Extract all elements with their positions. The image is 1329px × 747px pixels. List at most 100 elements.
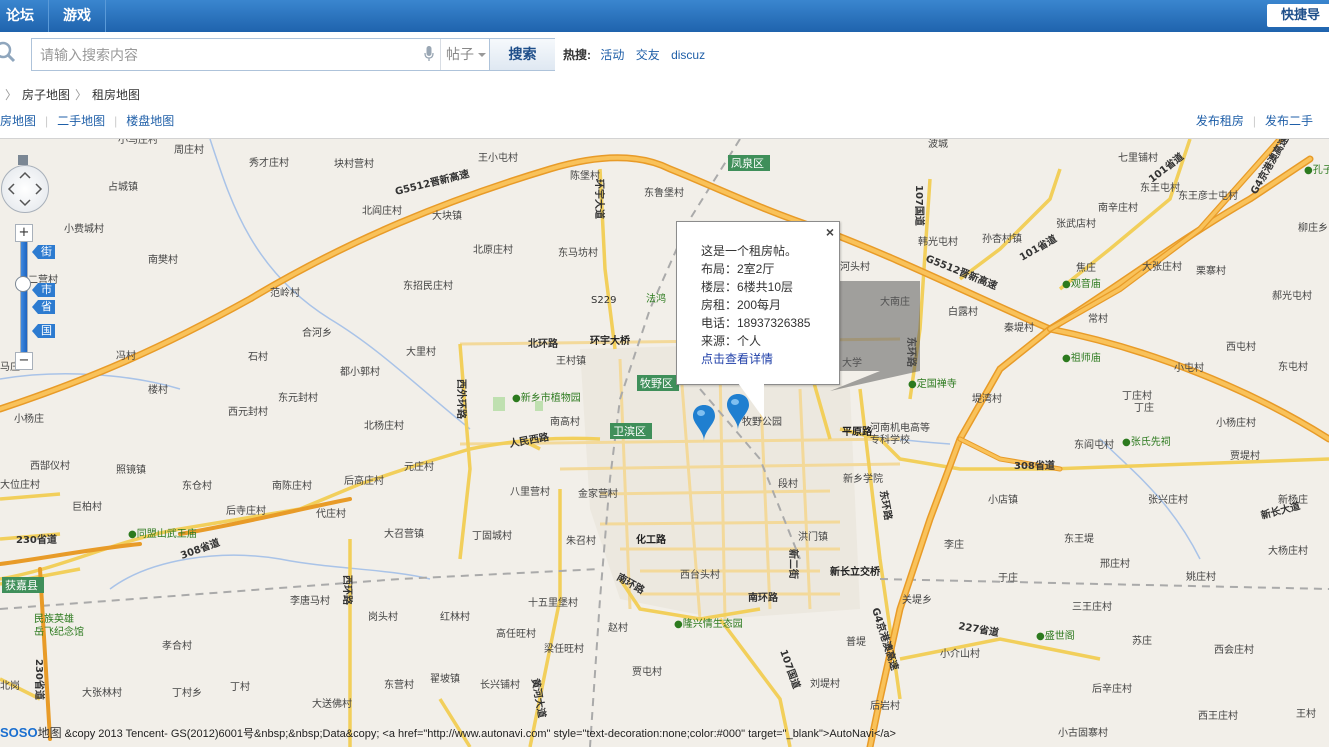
- svg-text:东元封村: 东元封村: [278, 391, 318, 404]
- svg-text:王村镇: 王村镇: [556, 354, 586, 367]
- topnav-forum[interactable]: 论坛: [0, 0, 49, 32]
- svg-text:关堤乡: 关堤乡: [902, 593, 932, 606]
- info-source: 来源：个人: [701, 334, 762, 348]
- info-floor: 楼层：6楼共10层: [701, 280, 794, 294]
- svg-text:东屯村: 东屯村: [1278, 360, 1308, 373]
- svg-text:民族英雄: 民族英雄: [34, 612, 74, 625]
- quick-nav-button[interactable]: 快捷导: [1267, 4, 1329, 27]
- breadcrumb-item: 租房地图: [92, 88, 141, 102]
- svg-text:南樊村: 南樊村: [148, 253, 178, 266]
- close-icon[interactable]: ×: [826, 224, 834, 240]
- hot-search-item[interactable]: 交友: [636, 48, 660, 62]
- subnav-building-map[interactable]: 楼盘地图: [126, 114, 174, 128]
- svg-text:翟坡镇: 翟坡镇: [430, 672, 460, 685]
- post-rental-link[interactable]: 发布租房: [1196, 114, 1244, 128]
- zoom-out-button[interactable]: −: [15, 352, 33, 370]
- svg-text:三王庄村: 三王庄村: [1072, 600, 1112, 613]
- svg-text:人民西路: 人民西路: [508, 430, 551, 450]
- svg-text:于庄: 于庄: [998, 571, 1018, 584]
- svg-text:东招民庄村: 东招民庄村: [403, 279, 453, 292]
- info-title: 这是一个租房帖。: [701, 244, 798, 258]
- svg-text:南陈庄村: 南陈庄村: [272, 479, 312, 492]
- microphone-icon[interactable]: [424, 46, 434, 62]
- svg-text:东环路: 东环路: [877, 489, 895, 522]
- svg-text:块村营村: 块村营村: [334, 157, 374, 170]
- svg-text:西屯村: 西屯村: [1226, 340, 1256, 353]
- svg-text:●张氏先祠: ●张氏先祠: [1122, 435, 1171, 448]
- info-window-content: 这是一个租房帖。 布局：2室2厅 楼层：6楼共10层 房租：200每月 电话：1…: [701, 242, 810, 368]
- svg-text:秀才庄村: 秀才庄村: [249, 156, 289, 169]
- svg-text:西会庄村: 西会庄村: [1214, 643, 1254, 656]
- map-canvas[interactable]: 周庄村 小马庄村 秀才庄村 块村营村 王小屯村 陈堡村 东鲁堡村 占城镇 北阎庄村 大块镇 北原…: [0, 138, 1329, 747]
- svg-text:308省道: 308省道: [1014, 459, 1055, 472]
- svg-text:冯村: 冯村: [116, 349, 136, 362]
- sub-nav: 房地图 | 二手地图 | 楼盘地图: [0, 114, 175, 128]
- breadcrumb-item[interactable]: 房子地图: [22, 88, 70, 102]
- svg-text:岗头村: 岗头村: [368, 610, 398, 623]
- info-window: × 这是一个租房帖。 布局：2室2厅 楼层：6楼共10层 房租：200每月 电话…: [676, 221, 840, 385]
- hot-search-item[interactable]: 活动: [600, 48, 624, 62]
- search-input[interactable]: [38, 45, 422, 65]
- svg-text:段村: 段村: [778, 477, 798, 490]
- zoom-level-street[interactable]: 街: [32, 245, 55, 259]
- svg-text:丁村: 丁村: [230, 680, 250, 693]
- svg-text:环宇大桥: 环宇大桥: [590, 334, 631, 347]
- svg-text:大杨庄村: 大杨庄村: [1268, 544, 1308, 557]
- svg-text:八里营村: 八里营村: [510, 485, 550, 498]
- info-window-pointer: [738, 383, 764, 419]
- hot-search-item[interactable]: discuz: [671, 48, 705, 62]
- zoom-level-province[interactable]: 省: [32, 300, 55, 314]
- zoom-slider-handle[interactable]: [15, 276, 31, 292]
- search-type-select[interactable]: 帖子: [440, 39, 494, 70]
- svg-text:东王堤: 东王堤: [1064, 532, 1094, 545]
- svg-text:东阎屯村: 东阎屯村: [1074, 438, 1114, 451]
- view-details-link[interactable]: 点击查看详情: [701, 352, 773, 366]
- svg-text:小古固寨村: 小古固寨村: [1058, 726, 1108, 739]
- svg-text:后岩村: 后岩村: [870, 699, 900, 712]
- svg-text:范岭村: 范岭村: [270, 286, 300, 299]
- svg-text:占城镇: 占城镇: [108, 180, 138, 193]
- svg-text:大里村: 大里村: [406, 345, 436, 358]
- svg-text:环宇大道: 环宇大道: [593, 179, 606, 219]
- svg-text:石村: 石村: [248, 350, 268, 363]
- svg-text:●隆兴情生态园: ●隆兴情生态园: [674, 617, 743, 630]
- svg-text:楼村: 楼村: [148, 383, 168, 396]
- svg-text:小费城村: 小费城村: [64, 222, 104, 235]
- svg-text:黄河大道: 黄河大道: [529, 677, 549, 719]
- svg-text:李唐马村: 李唐马村: [290, 594, 330, 607]
- info-layout: 布局：2室2厅: [701, 262, 775, 276]
- svg-text:邢庄村: 邢庄村: [1100, 557, 1130, 570]
- svg-text:●祖师庙: ●祖师庙: [1062, 351, 1101, 364]
- svg-text:107国道: 107国道: [913, 185, 926, 226]
- svg-text:南辛庄村: 南辛庄村: [1098, 201, 1138, 214]
- search-button[interactable]: 搜索: [489, 39, 555, 70]
- svg-text:新二街: 新二街: [787, 549, 800, 579]
- svg-text:岳飞纪念馆: 岳飞纪念馆: [34, 625, 84, 638]
- breadcrumb: 〉房子地图〉租房地图: [0, 86, 140, 103]
- svg-text:大召营镇: 大召营镇: [384, 527, 424, 540]
- svg-text:西郜仪村: 西郜仪村: [30, 459, 70, 472]
- zoom-slider-track[interactable]: [20, 241, 28, 353]
- svg-text:河头村: 河头村: [840, 260, 870, 273]
- svg-text:合河乡: 合河乡: [302, 326, 332, 339]
- topnav-games[interactable]: 游戏: [49, 0, 106, 32]
- svg-text:十五里堡村: 十五里堡村: [528, 596, 578, 609]
- zoom-in-button[interactable]: +: [15, 224, 33, 242]
- zoom-level-city[interactable]: 市: [32, 283, 55, 297]
- svg-text:小屯村: 小屯村: [1174, 361, 1204, 374]
- svg-text:●观音庙: ●观音庙: [1062, 277, 1101, 290]
- map-nav-icon[interactable]: [18, 155, 28, 165]
- subnav-second-hand-map[interactable]: 二手地图: [57, 114, 105, 128]
- map-marker-icon[interactable]: [693, 405, 715, 441]
- subnav-house-map[interactable]: 房地图: [0, 114, 36, 128]
- pan-control[interactable]: [1, 165, 49, 213]
- post-second-hand-link[interactable]: 发布二手: [1265, 114, 1313, 128]
- svg-text:河南机电高等: 河南机电高等: [870, 421, 930, 434]
- zoom-level-country[interactable]: 国: [32, 324, 55, 338]
- svg-text:南高村: 南高村: [550, 415, 580, 428]
- info-phone: 电话：18937326385: [701, 316, 811, 330]
- svg-text:七里铺村: 七里铺村: [1118, 151, 1158, 164]
- svg-text:丁固城村: 丁固城村: [472, 529, 512, 542]
- svg-text:东马坊村: 东马坊村: [558, 246, 598, 259]
- svg-text:凤泉区: 凤泉区: [731, 156, 764, 170]
